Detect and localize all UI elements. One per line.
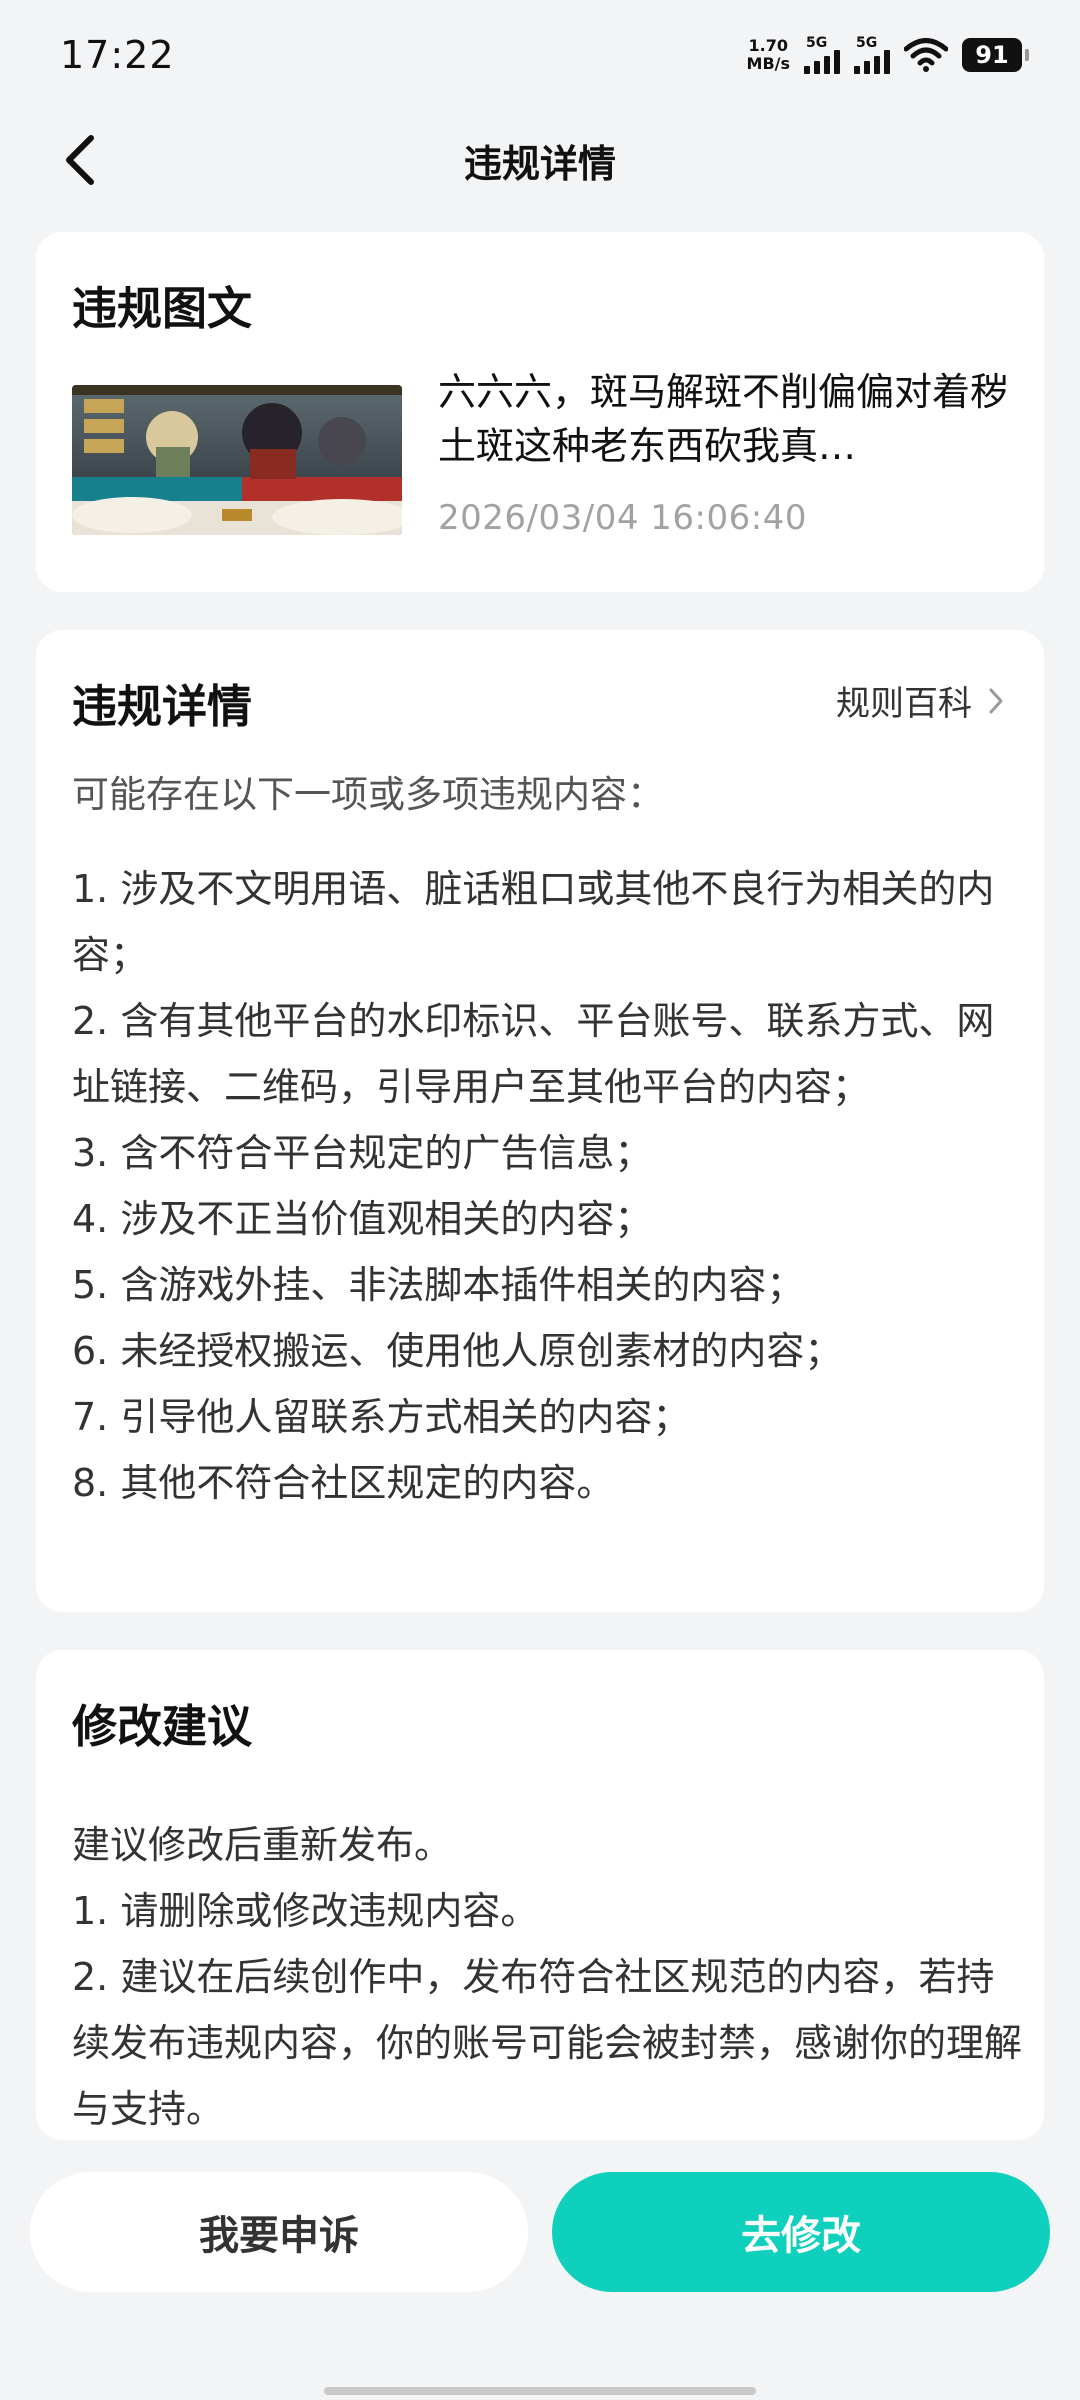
violation-details-title: 违规详情 [72, 680, 253, 733]
appeal-button[interactable]: 我要申诉 [30, 2172, 528, 2292]
wifi-icon [904, 38, 948, 72]
rules-wiki-link[interactable]: 规则百科 [836, 676, 1004, 725]
suggestion-line: 建议修改后重新发布。 [72, 1823, 453, 1867]
signal-icon-2: 5G [854, 36, 890, 74]
rule-item: 2. 含有其他平台的水印标识、平台账号、联系方式、网址链接、二维码，引导用户至其… [72, 999, 995, 1109]
rule-item: 4. 涉及不正当价值观相关的内容； [72, 1197, 653, 1241]
network-speed-unit: MB/s [746, 54, 790, 73]
network-speed: 1.70 MB/s [747, 37, 790, 73]
signal-icon: 5G [804, 36, 840, 74]
battery-level: 91 [975, 41, 1009, 69]
post-thumbnail[interactable] [72, 385, 402, 535]
post-text[interactable]: 六六六，斑马解斑不削偏偏对着秽土斑这种老东西砍我真… [438, 365, 1018, 473]
suggestions-card: 修改建议 建议修改后重新发布。 1. 请删除或修改违规内容。 2. 建议在后续创… [36, 1650, 1044, 2140]
violation-rule-list: 1. 涉及不文明用语、脏话粗口或其他不良行为相关的内容； 2. 含有其他平台的水… [72, 856, 1022, 1516]
status-icons: 1.70 MB/s 5G 5G 91 [747, 36, 1029, 74]
sim2-label: 5G [856, 35, 878, 51]
status-bar: 17:22 1.70 MB/s 5G 5G 91 [0, 0, 1080, 110]
violation-intro: 可能存在以下一项或多项违规内容： [72, 773, 664, 816]
rule-item: 8. 其他不符合社区规定的内容。 [72, 1461, 615, 1505]
post-timestamp: 2026/03/04 16:06:40 [438, 498, 807, 538]
suggestion-line: 2. 建议在后续创作中，发布符合社区规范的内容，若持续发布违规内容，你的账号可能… [72, 1955, 1023, 2131]
nav-bar: 违规详情 [0, 110, 1080, 210]
suggestion-line: 1. 请删除或修改违规内容。 [72, 1889, 539, 1933]
rule-item: 1. 涉及不文明用语、脏话粗口或其他不良行为相关的内容； [72, 867, 995, 977]
rule-item: 7. 引导他人留联系方式相关的内容； [72, 1395, 691, 1439]
chevron-right-icon [989, 688, 1003, 713]
violation-details-card: 违规详情 规则百科 可能存在以下一项或多项违规内容： 1. 涉及不文明用语、脏话… [36, 630, 1044, 1612]
page-title: 违规详情 [463, 141, 616, 186]
rule-item: 6. 未经授权搬运、使用他人原创素材的内容； [72, 1329, 843, 1373]
suggestions-title: 修改建议 [72, 1700, 253, 1753]
suggestion-list: 建议修改后重新发布。 1. 请删除或修改违规内容。 2. 建议在后续创作中，发布… [72, 1812, 1022, 2142]
violating-post-title: 违规图文 [72, 282, 253, 335]
battery-icon: 91 [962, 38, 1029, 72]
modify-button[interactable]: 去修改 [552, 2172, 1050, 2292]
status-time: 17:22 [60, 33, 175, 77]
game-screenshot-thumbnail-icon [72, 385, 402, 535]
sim1-label: 5G [806, 35, 828, 51]
chevron-left-icon [66, 135, 94, 185]
back-button[interactable] [50, 130, 110, 190]
rules-wiki-label: 规则百科 [836, 684, 972, 724]
home-indicator[interactable] [324, 2387, 756, 2395]
network-speed-value: 1.70 [748, 36, 788, 55]
violating-post-card: 违规图文 六六六，斑马解斑不削偏偏对着秽土斑这种老东西砍我真… 2026/03/… [36, 232, 1044, 592]
rule-item: 3. 含不符合平台规定的广告信息； [72, 1131, 653, 1175]
rule-item: 5. 含游戏外挂、非法脚本插件相关的内容； [72, 1263, 805, 1307]
